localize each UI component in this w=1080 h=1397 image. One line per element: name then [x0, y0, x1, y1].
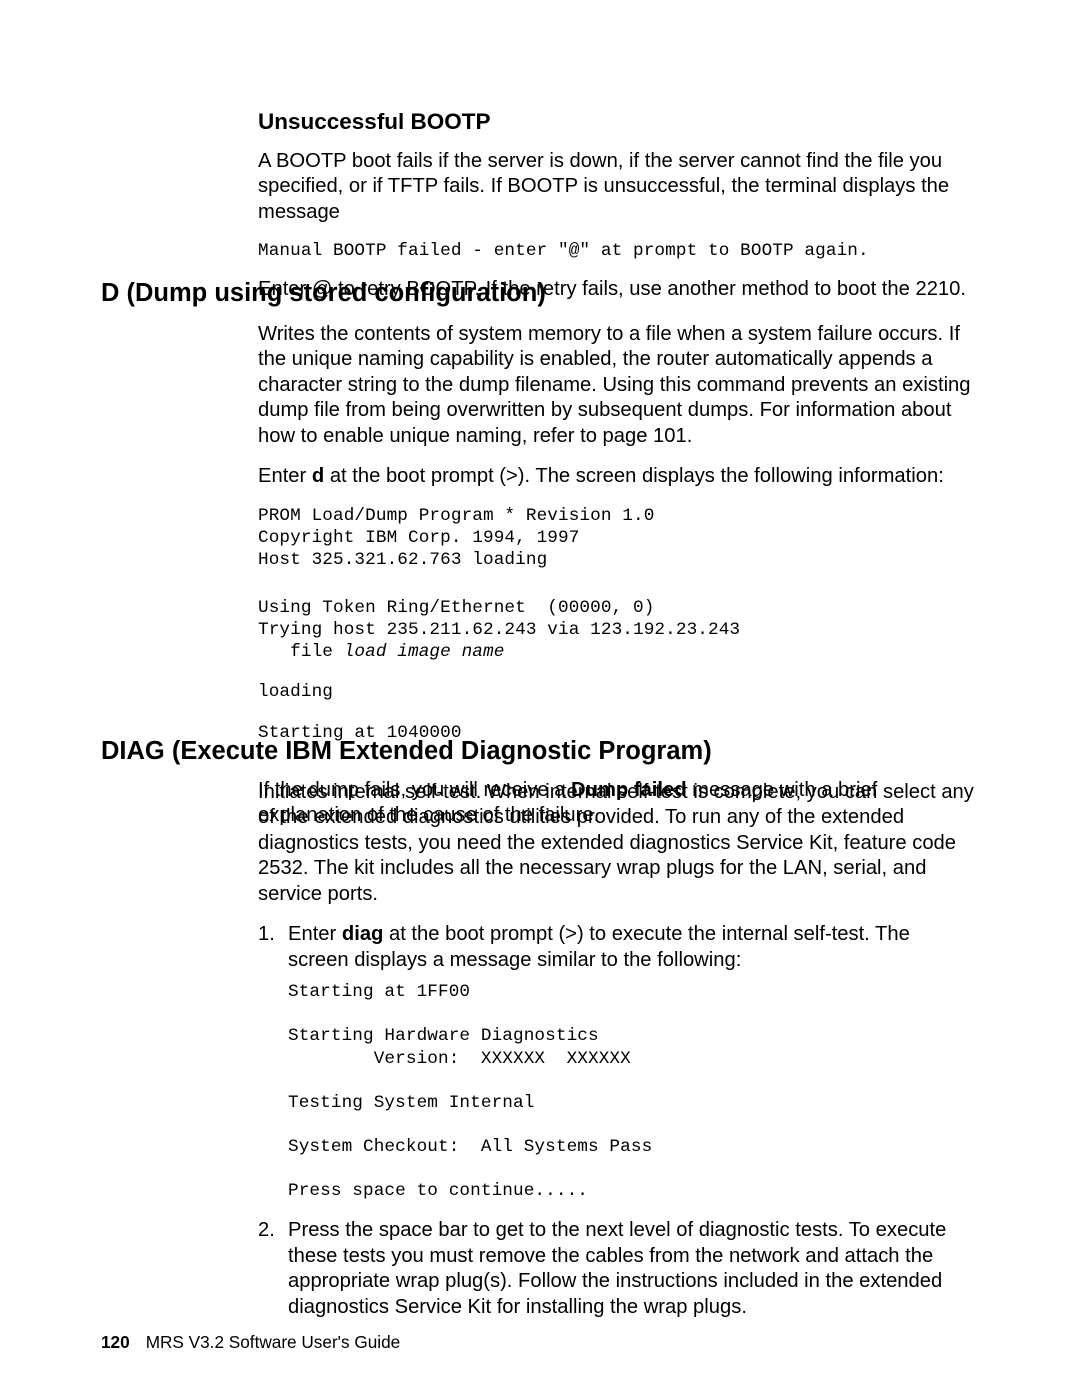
- dump-code-b-l1: Using Token Ring/Ethernet (00000, 0): [258, 598, 654, 618]
- page-number: 120: [101, 1332, 130, 1352]
- dump-code-b-l3-pre: file: [258, 642, 344, 662]
- heading-bootp: Unsuccessful BOOTP: [258, 108, 976, 135]
- bootp-p1: A BOOTP boot fails if the server is down…: [258, 149, 976, 225]
- dump-p2: Enter d at the boot prompt (>). The scre…: [258, 464, 976, 489]
- diag-li1-body: Enter diag at the boot prompt (>) to exe…: [288, 922, 976, 1212]
- diag-li1: 1. Enter diag at the boot prompt (>) to …: [258, 922, 976, 1212]
- section-diag: Initiates internal self-test. When inter…: [258, 780, 976, 1326]
- dump-p2-post: at the boot prompt (>). The screen displ…: [324, 465, 944, 487]
- dump-p2-pre: Enter: [258, 465, 312, 487]
- heading-dump: D (Dump using stored configuration): [101, 278, 971, 309]
- dump-p2-bold: d: [312, 465, 324, 487]
- dump-code-b-l3-ital: load image name: [344, 642, 505, 662]
- section-bootp: Unsuccessful BOOTP A BOOTP boot fails if…: [258, 108, 976, 303]
- diag-li1-num: 1.: [258, 922, 288, 1212]
- dump-code-a: PROM Load/Dump Program * Revision 1.0 Co…: [258, 505, 976, 571]
- page-footer: 120 MRS V3.2 Software User's Guide: [101, 1332, 400, 1353]
- dump-code-b: Using Token Ring/Ethernet (00000, 0) Try…: [258, 597, 976, 663]
- diag-li2: 2. Press the space bar to get to the nex…: [258, 1218, 976, 1320]
- dump-p1: Writes the contents of system memory to …: [258, 322, 976, 449]
- dump-code-c: loading: [258, 681, 976, 703]
- diag-li1-pre: Enter: [288, 923, 342, 945]
- diag-p1: Initiates internal self-test. When inter…: [258, 780, 976, 907]
- diag-li2-body: Press the space bar to get to the next l…: [288, 1218, 976, 1320]
- dump-code-b-l2: Trying host 235.211.62.243 via 123.192.2…: [258, 620, 740, 640]
- bootp-code: Manual BOOTP failed - enter "@" at promp…: [258, 240, 976, 262]
- diag-li2-num: 2.: [258, 1218, 288, 1320]
- heading-diag: DIAG (Execute IBM Extended Diagnostic Pr…: [101, 736, 971, 767]
- footer-title: MRS V3.2 Software User's Guide: [146, 1332, 401, 1352]
- diag-li1-bold: diag: [342, 923, 384, 945]
- diag-li1-code: Starting at 1FF00 Starting Hardware Diag…: [288, 981, 976, 1202]
- page: Unsuccessful BOOTP A BOOTP boot fails if…: [0, 0, 1080, 1397]
